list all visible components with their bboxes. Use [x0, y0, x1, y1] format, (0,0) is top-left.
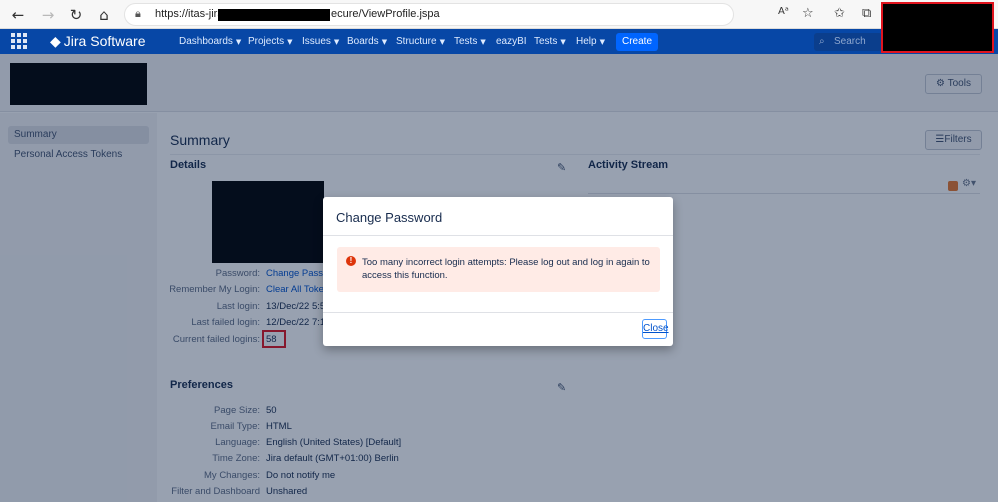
menu-eazybi[interactable]: eazyBI — [496, 36, 527, 47]
menu-projects[interactable]: Projects ▼ — [248, 36, 293, 47]
menu-label: eazyBI — [496, 36, 527, 47]
dialog-divider — [323, 235, 673, 236]
chevron-down-icon: ▼ — [333, 38, 340, 46]
menu-label: Tests — [534, 36, 558, 47]
error-icon: ! — [346, 256, 356, 266]
product-name: Jira Software — [63, 33, 146, 49]
chevron-down-icon: ▼ — [599, 38, 605, 46]
chevron-down-icon: ▼ — [560, 38, 566, 46]
jira-logo[interactable]: ◆ Jira Software — [50, 33, 145, 50]
url-redaction — [218, 9, 330, 21]
jira-top-nav: ◆ Jira Software Dashboards ▼ Projects ▼ Iss… — [0, 29, 998, 54]
menu-help[interactable]: Help ▼ — [576, 36, 605, 47]
menu-dashboards[interactable]: Dashboards ▼ — [179, 36, 241, 47]
create-button[interactable]: Create — [616, 33, 658, 51]
chevron-down-icon: ▼ — [480, 38, 486, 46]
browser-toolbar: ← → ↻ ⌂ 🔒︎ https://itas-jira ecure/ViewP… — [0, 0, 998, 29]
error-message-box: ! Too many incorrect login attempts: Ple… — [337, 247, 660, 292]
chevron-down-icon: ▼ — [287, 38, 293, 46]
change-password-dialog: Change Password ! Too many incorrect log… — [323, 197, 673, 346]
collections-icon[interactable]: ⧉ — [862, 6, 871, 21]
menu-label: Boards — [347, 36, 379, 47]
chevron-down-icon: ▼ — [235, 38, 242, 46]
chevron-down-icon: ▼ — [439, 38, 445, 46]
address-bar[interactable]: 🔒︎ https://itas-jira ecure/ViewProfile.j… — [124, 3, 734, 26]
arrow-left-icon[interactable]: ← — [8, 5, 28, 25]
error-message: Too many incorrect login attempts: Pleas… — [362, 257, 650, 281]
profile-redaction — [881, 2, 994, 53]
arrow-right-icon[interactable]: → — [38, 5, 58, 25]
search-input[interactable]: ⌕ Search — [814, 33, 882, 51]
menu-label: Projects — [248, 36, 285, 47]
search-placeholder: Search — [834, 36, 866, 47]
menu-tests-2[interactable]: Tests ▼ — [534, 36, 566, 47]
menu-boards[interactable]: Boards ▼ — [347, 36, 387, 47]
menu-label: Help — [576, 36, 597, 47]
menu-label: Structure — [396, 36, 437, 47]
reload-icon[interactable]: ↻ — [66, 5, 86, 25]
menu-issues[interactable]: Issues ▼ — [302, 36, 339, 47]
read-aloud-icon[interactable]: Aᵃ — [778, 6, 789, 17]
home-icon[interactable]: ⌂ — [94, 5, 114, 25]
url-prefix: https://itas-jira — [155, 8, 224, 20]
favorites-icon[interactable]: ✩ — [834, 6, 845, 21]
url-suffix: ecure/ViewProfile.jspa — [331, 8, 440, 20]
dialog-title: Change Password — [336, 210, 443, 225]
chevron-down-icon: ▼ — [381, 38, 388, 46]
lock-icon: 🔒︎ — [135, 7, 141, 20]
menu-tests[interactable]: Tests ▼ — [454, 36, 486, 47]
menu-label: Dashboards — [179, 36, 233, 47]
menu-label: Issues — [302, 36, 331, 47]
close-button[interactable]: Close — [642, 319, 669, 339]
dialog-footer-divider — [323, 312, 673, 313]
search-icon: ⌕ — [819, 36, 825, 47]
menu-structure[interactable]: Structure ▼ — [396, 36, 445, 47]
menu-label: Tests — [454, 36, 478, 47]
jira-logo-icon: ◆ — [50, 34, 61, 50]
app-switcher-icon[interactable] — [11, 33, 27, 49]
favorite-add-icon[interactable]: ☆ — [802, 6, 814, 21]
